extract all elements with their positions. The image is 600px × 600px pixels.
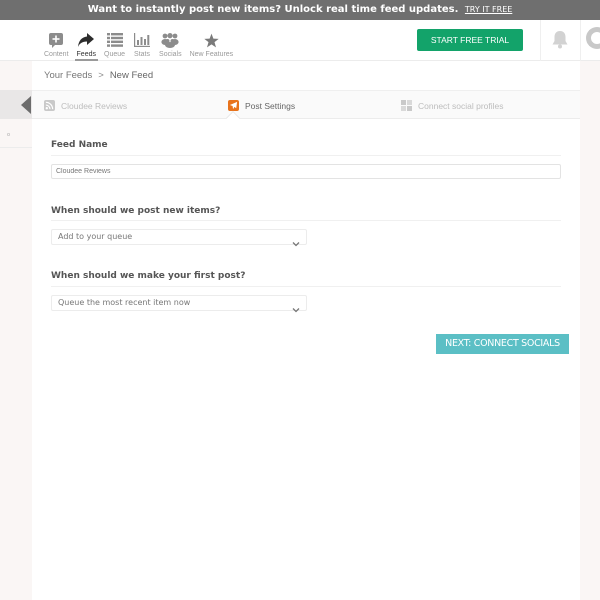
try-it-free-link[interactable]: TRY IT FREE [465,5,512,14]
sidebar-dot-icon: o [7,132,11,138]
star-icon [202,31,220,49]
first-post-select[interactable]: Queue the most recent item now [51,295,307,313]
breadcrumb: Your Feeds > New Feed [44,70,153,81]
feed-name-input[interactable] [51,164,561,179]
first-post-label: When should we make your first post? [51,271,246,281]
paper-plane-icon [228,100,239,111]
step-label: Connect social profiles [418,100,504,111]
next-connect-socials-button[interactable]: NEXT: CONNECT SOCIALS [436,334,569,354]
breadcrumb-separator: > [98,70,104,81]
select-value: Add to your queue [58,232,133,241]
rss-icon [44,100,55,111]
nav-label: Stats [134,51,150,58]
start-free-trial-button[interactable]: START FREE TRIAL [417,29,523,51]
social-grid-icon [401,100,412,111]
sidebar-divider [0,147,32,148]
field-divider [51,286,561,287]
post-new-items-label: When should we post new items? [51,206,221,216]
nav-label: Queue [104,51,126,58]
content-plus-icon [47,31,65,49]
select-value: Queue the most recent item now [58,298,191,307]
nav-item-socials[interactable]: Socials [155,20,186,61]
nav-label: New Features [189,51,234,58]
post-new-items-select[interactable]: Add to your queue [51,229,307,247]
field-divider [51,220,561,221]
step-feed-source[interactable]: Cloudee Reviews [44,91,127,120]
nav-item-feeds[interactable]: Feeds [73,20,100,61]
share-arrow-icon [77,31,95,49]
nav-item-content[interactable]: Content [40,20,73,61]
bar-chart-icon [133,31,151,49]
nav-label: Content [44,51,69,58]
top-navigation: Content Feeds Queue Stats Socials New Fe… [0,20,600,61]
nav-divider [580,20,581,61]
breadcrumb-current: New Feed [109,70,154,81]
nav-label: Socials [159,51,182,58]
main-panel: Your Feeds > New Feed Cloudee Reviews Post… [32,61,580,600]
list-icon [106,31,124,49]
chevron-down-icon [292,233,300,247]
nav-label: Feeds [76,51,96,58]
left-sidebar [0,61,32,600]
step-label: Cloudee Reviews [61,100,128,111]
bell-icon[interactable] [551,30,569,53]
avatar-icon[interactable] [586,27,600,49]
right-sidebar [580,61,600,600]
field-divider [51,155,561,156]
nav-divider [540,20,541,61]
nav-items: Content Feeds Queue Stats Socials New Fe… [40,20,237,61]
breadcrumb-your-feeds[interactable]: Your Feeds [44,70,92,81]
nav-item-new-features[interactable]: New Features [186,20,238,61]
people-icon [161,31,179,49]
step-label: Post Settings [245,100,296,111]
chevron-down-icon [292,299,300,313]
promo-banner: Want to instantly post new items? Unlock… [0,0,600,20]
collapse-arrow-icon[interactable] [21,96,31,114]
step-connect-social[interactable]: Connect social profiles [401,91,504,120]
wizard-steps: Cloudee Reviews Post Settings Connect so… [32,90,580,119]
feed-name-label: Feed Name [51,140,108,150]
nav-item-queue[interactable]: Queue [100,20,129,61]
promo-message: Want to instantly post new items? Unlock… [87,4,459,15]
nav-item-stats[interactable]: Stats [129,20,155,61]
